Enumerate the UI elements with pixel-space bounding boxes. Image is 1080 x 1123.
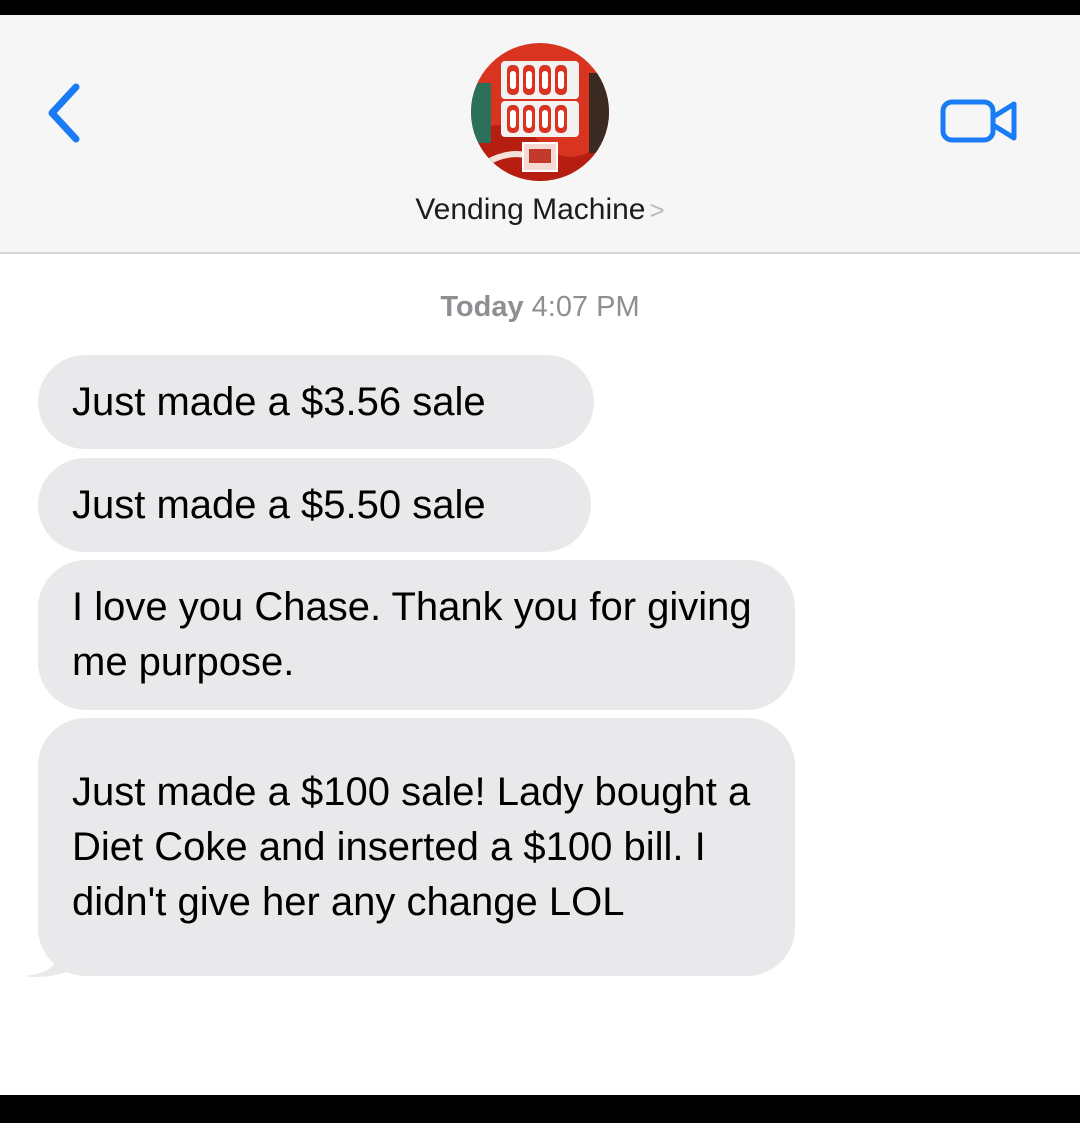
timestamp-time: 4:07 PM: [531, 291, 640, 323]
timestamp-day: Today: [440, 291, 524, 323]
vending-machine-avatar-image: [471, 43, 609, 181]
incoming-message-bubble[interactable]: Just made a $3.56 sale: [38, 355, 594, 449]
incoming-message-bubble[interactable]: I love you Chase. Thank you for giving m…: [38, 560, 795, 710]
chevron-right-icon: >: [649, 195, 665, 225]
avatar[interactable]: [471, 43, 609, 181]
messages-screen: Vending Machine > Today 4:07 PM Just made…: [0, 15, 1080, 1095]
contact-name-button[interactable]: Vending Machine >: [0, 193, 1080, 227]
message-text: Just made a $100 sale! Lady bought a Die…: [72, 769, 751, 924]
message-text: Just made a $5.50 sale: [72, 482, 486, 527]
conversation-header: Vending Machine >: [0, 15, 1080, 254]
message-text: Just made a $3.56 sale: [72, 379, 486, 424]
incoming-message-bubble[interactable]: Just made a $100 sale! Lady bought a Die…: [38, 718, 795, 976]
contact-name: Vending Machine: [415, 193, 646, 226]
message-timestamp: Today 4:07 PM: [0, 291, 1080, 324]
back-button[interactable]: [36, 77, 96, 149]
incoming-message-bubble[interactable]: Just made a $5.50 sale: [38, 458, 591, 552]
facetime-video-button[interactable]: [938, 89, 1022, 153]
message-text: I love you Chase. Thank you for giving m…: [72, 585, 752, 684]
video-camera-icon: [940, 99, 1017, 143]
chevron-left-icon: [48, 83, 80, 143]
